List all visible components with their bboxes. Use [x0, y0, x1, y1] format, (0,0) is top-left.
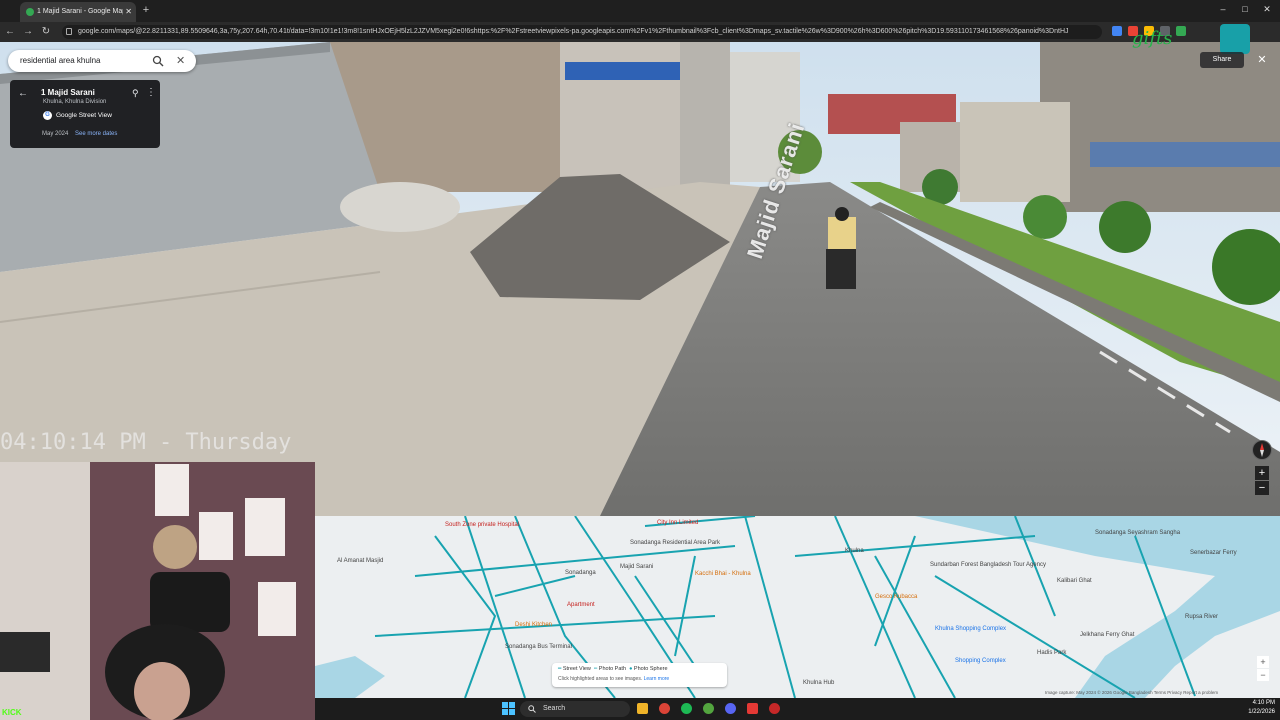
close-street-view-button[interactable]: ✕: [1254, 52, 1270, 68]
forward-button[interactable]: →: [22, 25, 34, 39]
compass-needle-icon: [1260, 443, 1264, 457]
legend-street-view: Street View: [562, 666, 591, 672]
minimize-button[interactable]: –: [1214, 2, 1232, 16]
place-info-card: ← 1 Majid Sarani Khulna, Khulna Division…: [10, 80, 160, 148]
map-label[interactable]: Kacchi Bhai - Khulna: [695, 571, 751, 577]
app-icon[interactable]: [703, 703, 714, 714]
browser-tab-strip: 1 Majid Sarani - Google Maps ✕ + – □ ✕: [0, 0, 1280, 22]
map-label[interactable]: Shopping Complex: [955, 658, 1006, 664]
map-label[interactable]: Senerbazar Ferry: [1190, 550, 1237, 556]
taskbar-search[interactable]: Search: [520, 701, 630, 717]
see-more-dates-link[interactable]: See more dates: [75, 131, 117, 137]
search-icon[interactable]: [152, 55, 164, 67]
share-button[interactable]: Share: [1200, 52, 1244, 68]
kick-logo: KICK: [2, 708, 22, 717]
map-label[interactable]: Al Amanat Masjid: [337, 558, 383, 564]
close-tab-icon[interactable]: ✕: [125, 2, 132, 22]
extension-icon[interactable]: [1112, 26, 1122, 36]
file-explorer-icon[interactable]: [637, 703, 648, 714]
chrome-icon[interactable]: [659, 703, 670, 714]
map-label[interactable]: Khulna Hub: [803, 680, 834, 686]
map-label[interactable]: City Inn Limited: [657, 520, 698, 526]
search-input[interactable]: residential area khulna: [20, 50, 101, 72]
search-icon: [528, 705, 536, 713]
google-logo-icon: G: [43, 111, 52, 120]
clear-search-icon[interactable]: ✕: [176, 54, 185, 68]
zoom-in-button[interactable]: +: [1255, 466, 1269, 480]
obs-icon[interactable]: [769, 703, 780, 714]
map-label[interactable]: Khulna: [845, 548, 864, 554]
map-label[interactable]: Jelkhana Ferry Ghat: [1080, 632, 1134, 638]
legend-hint-text: Click highlighted areas to see images.: [558, 676, 643, 682]
photo-path-icon: ┅: [593, 666, 598, 672]
address-bar[interactable]: google.com/maps/@22.8211331,89.5509646,3…: [62, 25, 1102, 39]
map-label[interactable]: Deshi Kitchen: [515, 622, 552, 628]
map-zoom-in-button[interactable]: +: [1257, 656, 1269, 668]
new-tab-button[interactable]: +: [140, 2, 152, 18]
source-label: Google Street View: [56, 112, 112, 120]
compass-icon[interactable]: [1252, 440, 1272, 460]
tab-google-maps[interactable]: 1 Majid Sarani - Google Maps ✕: [20, 2, 136, 22]
spotify-icon[interactable]: [681, 703, 692, 714]
legend-hint: Click highlighted areas to see images. L…: [558, 676, 669, 682]
profile-icon[interactable]: [1176, 26, 1186, 36]
map-label[interactable]: Sonadanga Residential Area Park: [630, 540, 720, 546]
site-info-icon[interactable]: [66, 28, 72, 35]
taskbar-date[interactable]: 1/22/2026: [1230, 709, 1275, 715]
learn-more-link[interactable]: Learn more: [644, 676, 670, 682]
taskbar-time[interactable]: 4:10 PM: [1235, 700, 1275, 706]
webcam-image: [0, 462, 315, 720]
browser-toolbar: ← → ↻ google.com/maps/@22.8211331,89.550…: [0, 22, 1280, 42]
discord-icon[interactable]: [725, 703, 736, 714]
more-options-icon[interactable]: ⋮: [146, 87, 156, 98]
mini-map[interactable]: South Zone private Hospital City Inn Lim…: [315, 516, 1280, 698]
zoom-out-button[interactable]: −: [1255, 481, 1269, 495]
tab-title: 1 Majid Sarani - Google Maps: [37, 8, 123, 15]
legend-items: ━ Street View ┅ Photo Path ● Photo Spher…: [558, 666, 668, 672]
photo-sphere-icon: ●: [629, 666, 633, 672]
back-button[interactable]: ←: [4, 25, 16, 39]
stream-clock-overlay: 04:10:14 PM - Thursday: [0, 430, 292, 455]
map-attribution: Image capture: May 2024 © 2026 Google Ba…: [1045, 690, 1219, 695]
map-label[interactable]: Hadis Park: [1037, 650, 1066, 656]
map-label[interactable]: Sonadanga: [565, 570, 596, 576]
legend-photo-path: Photo Path: [598, 666, 626, 672]
map-label[interactable]: South Zone private Hospital: [445, 522, 519, 528]
gifts-overlay-text: gifts: [1132, 28, 1173, 49]
taskbar-search-label: Search: [543, 705, 566, 712]
map-label[interactable]: Kalibari Ghat: [1057, 578, 1092, 584]
map-label[interactable]: Gesco Kubacca: [875, 594, 917, 600]
legend-photo-sphere: Photo Sphere: [633, 666, 668, 672]
map-label[interactable]: Sundarban Forest Bangladesh Tour Agency: [930, 562, 1046, 568]
gift-avatar-overlay: [1220, 24, 1250, 54]
map-label[interactable]: Majid Sarani: [620, 564, 653, 570]
street-view-legend: ━ Street View ┅ Photo Path ● Photo Spher…: [552, 663, 727, 687]
webcam-overlay: KICK: [0, 462, 315, 720]
search-box[interactable]: residential area khulna ✕: [8, 50, 196, 72]
map-label[interactable]: Sonadanga Bus Terminal: [505, 644, 572, 650]
windows-taskbar: Search 4:10 PM 1/22/2026: [315, 698, 1280, 720]
app-icon[interactable]: [747, 703, 758, 714]
street-view-line-icon: ━: [558, 666, 562, 672]
map-label[interactable]: Sonadanga Seyashram Sangha: [1095, 530, 1180, 536]
map-canvas: [315, 516, 1280, 698]
map-zoom-out-button[interactable]: −: [1257, 669, 1269, 681]
location-pin-icon[interactable]: ⚲: [132, 88, 139, 99]
place-subtitle: Khulna, Khulna Division: [43, 99, 107, 105]
map-label[interactable]: Apartment: [567, 602, 595, 608]
maps-favicon-icon: [26, 8, 34, 16]
capture-date: May 2024: [42, 131, 69, 137]
map-label[interactable]: Khulna Shopping Complex: [935, 626, 1006, 632]
url-text: google.com/maps/@22.8211331,89.5509646,3…: [78, 28, 1068, 35]
windows-start-icon[interactable]: [502, 702, 515, 715]
close-window-button[interactable]: ✕: [1258, 2, 1276, 16]
map-label[interactable]: Rupsa River: [1185, 614, 1218, 620]
reload-button[interactable]: ↻: [40, 25, 52, 39]
place-title: 1 Majid Sarani: [41, 88, 95, 97]
source-attribution: G Google Street View: [43, 111, 112, 121]
maximize-button[interactable]: □: [1236, 2, 1254, 16]
back-arrow-icon[interactable]: ←: [18, 88, 28, 99]
